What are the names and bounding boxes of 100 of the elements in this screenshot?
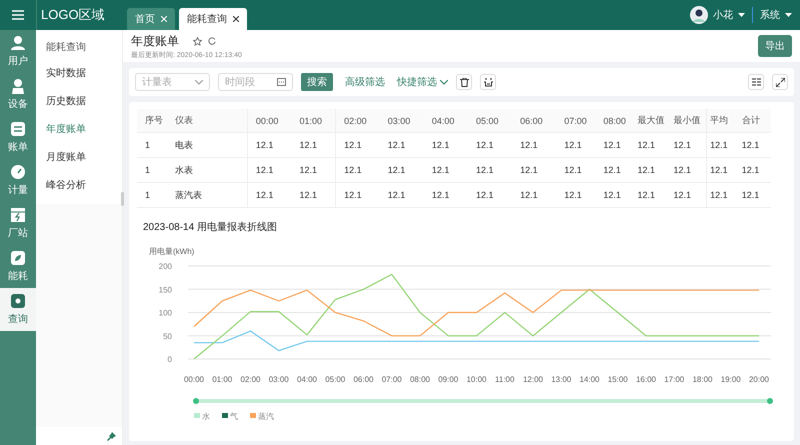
user-icon xyxy=(10,35,26,51)
table-cell: 12.1 xyxy=(247,182,292,208)
menu-icon[interactable] xyxy=(12,10,24,20)
table-cell: 12.1 xyxy=(600,158,634,182)
advanced-filter-link[interactable]: 高级筛选 xyxy=(345,75,385,89)
x-tick-label: 06:00 xyxy=(353,375,374,384)
x-tick-label: 13:00 xyxy=(551,375,572,384)
search-button[interactable]: 搜索 xyxy=(301,73,333,91)
fullscreen-icon xyxy=(776,78,784,86)
table-cell: 12.1 xyxy=(380,132,424,158)
table-cell: 12.1 xyxy=(336,182,380,208)
table-cell: 12.1 xyxy=(247,158,292,182)
table-cell: 水表 xyxy=(167,158,248,182)
legend-swatch[interactable] xyxy=(194,413,200,418)
table-cell: 12.1 xyxy=(556,158,600,182)
export-button[interactable]: 导出 xyxy=(758,35,792,57)
meter-select[interactable]: 计量表 xyxy=(135,73,210,91)
column-header: 合计 xyxy=(738,109,771,132)
column-header: 序号 xyxy=(137,109,168,132)
x-tick-label: 05:00 xyxy=(325,375,346,384)
collapse-handle[interactable] xyxy=(121,192,124,206)
column-header: 02:00 xyxy=(336,109,380,132)
fullscreen-button[interactable] xyxy=(772,74,788,90)
legend-swatch[interactable] xyxy=(222,413,228,418)
avatar-icon[interactable] xyxy=(690,6,708,24)
table-cell: 蒸汽表 xyxy=(167,182,248,208)
x-tick-label: 20:00 xyxy=(748,375,770,384)
x-tick-label: 02:00 xyxy=(240,375,261,384)
table-cell: 12.1 xyxy=(424,182,468,208)
print-button[interactable] xyxy=(480,74,496,90)
table-cell: 12.1 xyxy=(556,182,600,208)
submenu-item[interactable]: 实时数据 xyxy=(36,60,122,88)
chevron-icon xyxy=(440,80,448,84)
table-cell: 12.1 xyxy=(247,132,292,158)
table-cell: 12.1 xyxy=(336,158,380,182)
rail-item[interactable]: 能耗 xyxy=(0,245,36,288)
printer-icon xyxy=(484,78,492,86)
date-range-field[interactable]: 时间段 xyxy=(218,73,293,91)
table-cell: 12.1 xyxy=(634,158,671,182)
submenu-item[interactable]: 月度账单 xyxy=(36,144,122,172)
page-title: 年度账单 xyxy=(131,32,179,50)
y-tick-label: 100 xyxy=(158,308,172,318)
table-cell: 12.1 xyxy=(738,132,771,158)
rail-item[interactable]: 查询 xyxy=(0,288,36,331)
range-slider[interactable] xyxy=(193,398,773,404)
x-tick-label: 04:00 xyxy=(296,375,318,384)
column-header: 08:00 xyxy=(600,109,634,132)
table-cell: 12.1 xyxy=(706,158,739,182)
refresh-icon[interactable] xyxy=(208,37,216,45)
x-tick-label: 01:00 xyxy=(212,375,232,384)
table-cell: 12.1 xyxy=(706,132,739,158)
system-menu[interactable]: 系统 xyxy=(760,8,780,22)
table-cell: 12.1 xyxy=(600,182,634,208)
legend-swatch[interactable] xyxy=(250,413,256,418)
trash-icon xyxy=(460,78,468,86)
x-tick-label: 03:00 xyxy=(268,375,289,384)
pin-icon[interactable] xyxy=(107,432,116,440)
quick-filter-dropdown[interactable]: 快捷筛选 xyxy=(397,75,448,89)
table-cell: 12.1 xyxy=(634,132,671,158)
column-settings-button[interactable] xyxy=(748,74,764,90)
table-cell: 12.1 xyxy=(468,182,512,208)
table-cell: 12.1 xyxy=(556,132,600,158)
legend-label[interactable]: 气 xyxy=(230,412,238,421)
x-tick-label: 15:00 xyxy=(608,375,628,384)
y-tick-label: 200 xyxy=(158,262,172,271)
rail-item[interactable]: 用户 xyxy=(0,30,36,73)
delete-button[interactable] xyxy=(456,74,472,90)
y-tick-label: 50 xyxy=(163,332,172,341)
x-tick-label: 09:00 xyxy=(438,375,458,384)
y-tick-label: 150 xyxy=(158,285,172,294)
x-tick-label: 08:00 xyxy=(410,375,430,384)
x-tick-label: 07:00 xyxy=(382,375,402,384)
page-tab[interactable]: 能耗查询 xyxy=(179,8,247,30)
table-cell: 12.1 xyxy=(738,182,771,208)
column-header: 04:00 xyxy=(424,109,468,132)
table-cell: 12.1 xyxy=(670,158,707,182)
submenu-item[interactable]: 年度账单 xyxy=(36,116,122,144)
table-cell: 12.1 xyxy=(468,132,512,158)
star-icon[interactable] xyxy=(193,36,202,46)
table-cell: 12.1 xyxy=(380,158,424,182)
table-cell: 12.1 xyxy=(424,132,468,158)
table-cell: 12.1 xyxy=(291,182,336,208)
legend-label[interactable]: 水 xyxy=(202,412,210,421)
page-tab[interactable]: 首页 xyxy=(127,8,175,30)
table-cell: 12.1 xyxy=(706,182,739,208)
rail-item[interactable]: 计量 xyxy=(0,159,36,202)
rail-item[interactable]: 设备 xyxy=(0,73,36,116)
rail-item[interactable]: 厂站 xyxy=(0,202,36,245)
close-icon[interactable] xyxy=(233,16,239,22)
table-cell: 12.1 xyxy=(512,132,556,158)
x-tick-label: 00:00 xyxy=(184,375,204,384)
column-header: 仪表 xyxy=(167,109,248,132)
column-header: 03:00 xyxy=(380,109,424,132)
x-tick-label: 16:00 xyxy=(636,375,656,384)
y-tick-label: 0 xyxy=(168,355,172,364)
rail-item[interactable]: 账单 xyxy=(0,116,36,159)
submenu-item[interactable]: 历史数据 xyxy=(36,88,122,116)
user-name[interactable]: 小花 xyxy=(713,8,733,22)
submenu-item[interactable]: 峰谷分析 xyxy=(36,172,122,200)
legend-label[interactable]: 蒸汽 xyxy=(258,412,274,421)
